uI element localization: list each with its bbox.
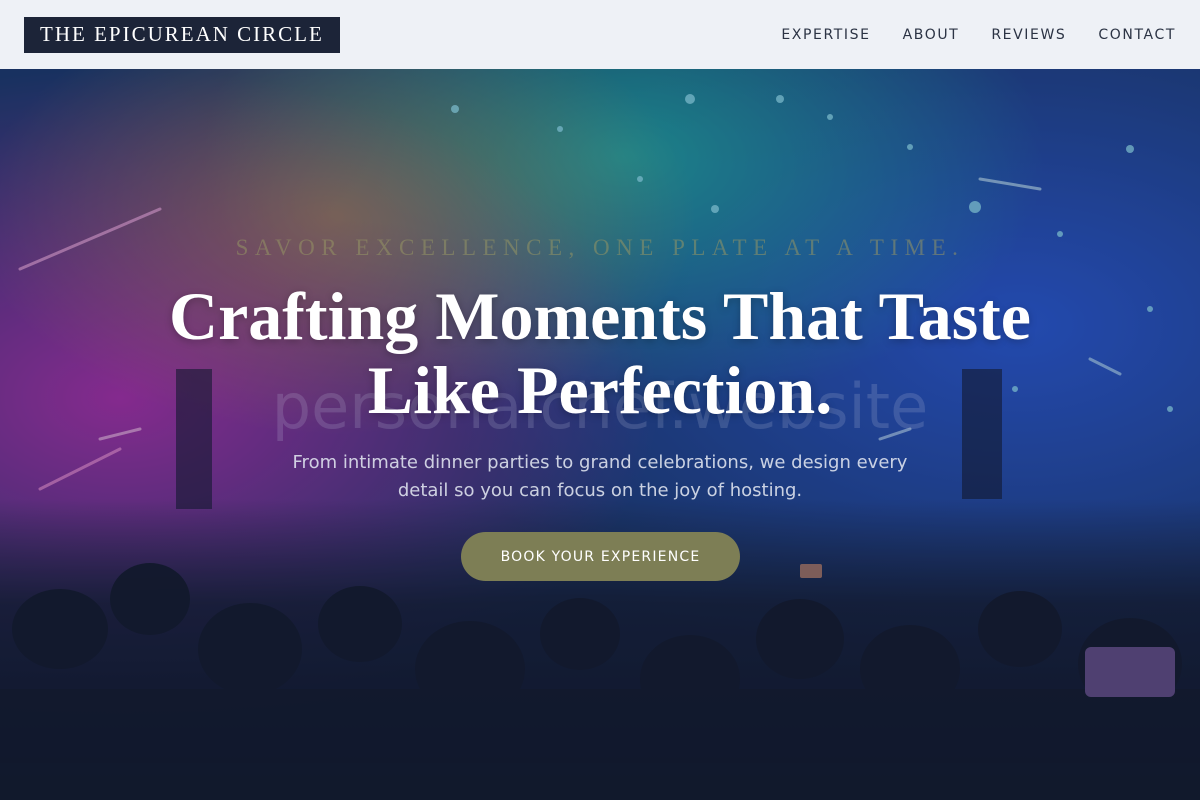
hero-subtitle: From intimate dinner parties to grand ce… <box>292 452 908 501</box>
hero-tagline: SAVOR EXCELLENCE, ONE PLATE AT A TIME. <box>235 235 965 260</box>
main-nav: EXPERTISE ABOUT REVIEWS CONTACT <box>781 27 1176 43</box>
hero-headline-line-1: Crafting Moments That Taste <box>169 278 1031 354</box>
nav-link-about[interactable]: ABOUT <box>903 27 960 43</box>
hero-headline-line-2: Like Perfection. <box>367 352 833 428</box>
hero-section: SAVOR EXCELLENCE, ONE PLATE AT A TIME. p… <box>0 69 1200 800</box>
nav-link-expertise[interactable]: EXPERTISE <box>781 27 870 43</box>
nav-link-contact[interactable]: CONTACT <box>1098 27 1176 43</box>
site-logo[interactable]: THE EPICUREAN CIRCLE <box>24 16 340 53</box>
nav-link-reviews[interactable]: REVIEWS <box>991 27 1066 43</box>
hero-headline: Crafting Moments That Taste Like Perfect… <box>0 279 1200 427</box>
site-header: THE EPICUREAN CIRCLE EXPERTISE ABOUT REV… <box>0 0 1200 69</box>
book-experience-button[interactable]: BOOK YOUR EXPERIENCE <box>461 532 740 581</box>
